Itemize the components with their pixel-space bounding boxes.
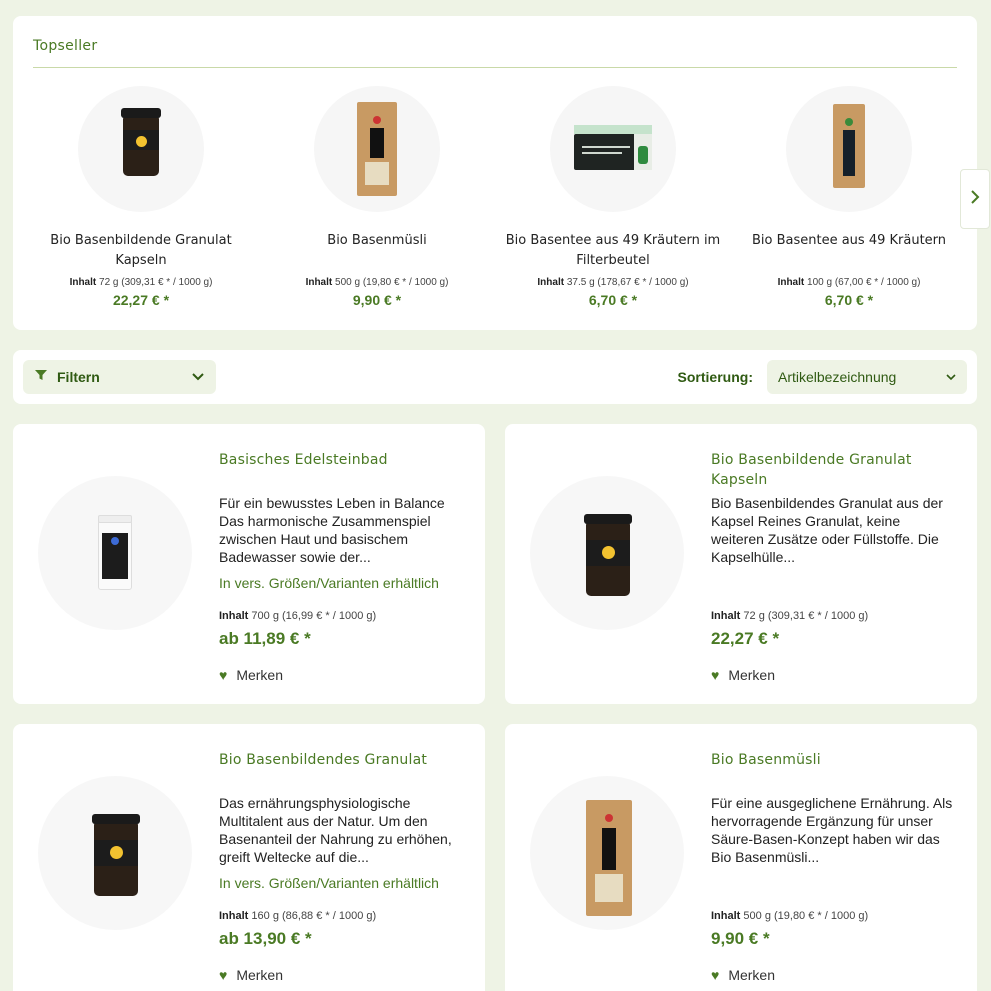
product-image[interactable] [78,86,204,212]
heart-icon: ♥ [219,967,228,983]
product-price: 9,90 € * [711,929,770,948]
topseller-item[interactable]: Bio Basenbildende Granulat Kapseln Inhal… [23,86,259,308]
product-name[interactable]: Bio Basentee aus 49 Kräutern im Filterbe… [495,231,731,271]
topseller-title: Topseller [33,38,98,54]
product-image[interactable] [550,86,676,212]
product-name[interactable]: Bio Basenbildende Granulat Kapseln [23,231,259,271]
product-image[interactable] [314,86,440,212]
wishlist-label: Merken [236,667,283,683]
wishlist-label: Merken [728,967,775,983]
product-content: Inhalt 500 g (19,80 € * / 1000 g) [711,910,869,922]
product-content: Inhalt 700 g (16,99 € * / 1000 g) [219,610,377,622]
wishlist-button[interactable]: ♥ Merken [711,967,775,983]
sort-value: Artikelbezeichnung [778,369,897,385]
product-description: Für ein bewusstes Leben in Balance Das h… [219,495,445,565]
product-price: 9,90 € * [352,292,402,308]
product-price: 22,27 € * [112,292,170,308]
filter-label: Filtern [57,369,100,385]
wishlist-label: Merken [728,667,775,683]
product-description: Für eine ausgeglichene Ernährung. Als he… [711,795,953,865]
product-image[interactable] [530,776,684,930]
product-content: Inhalt 72 g (309,31 € * / 1000 g) [69,277,213,288]
carousel-next-button[interactable] [960,169,990,229]
product-description: Das ernährungsphysiologische Multitalent… [219,795,452,865]
product-content: Inhalt 160 g (86,88 € * / 1000 g) [219,910,377,922]
chevron-down-icon [946,368,956,386]
product-name[interactable]: Bio Basentee aus 49 Kräutern [731,231,967,271]
product-title[interactable]: Bio Basenbildende Granulat Kapseln [711,450,955,490]
product-price: 6,70 € * [588,292,638,308]
heart-icon: ♥ [711,667,720,683]
product-price: 6,70 € * [824,292,874,308]
product-title[interactable]: Basisches Edelsteinbad [219,450,463,470]
topseller-item[interactable]: Bio Basentee aus 49 Kräutern im Filterbe… [495,86,731,308]
sort-select[interactable]: Artikelbezeichnung [767,360,967,394]
product-image[interactable] [38,476,192,630]
variant-note: In vers. Größen/Varianten erhältlich [219,875,439,891]
product-price: 22,27 € * [711,629,780,648]
product-content: Inhalt 500 g (19,80 € * / 1000 g) [305,277,449,288]
sort-label: Sortierung: [677,369,753,385]
wishlist-button[interactable]: ♥ Merken [219,667,283,683]
product-title[interactable]: Bio Basenbildendes Granulat [219,750,463,770]
divider [33,67,957,68]
topseller-item[interactable]: Bio Basentee aus 49 Kräutern Inhalt 100 … [731,86,967,308]
product-price: ab 11,89 € * [219,629,311,648]
product-content: Inhalt 72 g (309,31 € * / 1000 g) [711,610,869,622]
heart-icon: ♥ [711,967,720,983]
heart-icon: ♥ [219,667,228,683]
product-price: ab 13,90 € * [219,929,312,948]
product-card[interactable]: Basisches Edelsteinbad Für ein bewusstes… [13,424,485,704]
product-description: Bio Basenbildendes Granulat aus der Kaps… [711,495,943,565]
wishlist-button[interactable]: ♥ Merken [711,667,775,683]
filter-icon [35,368,47,386]
chevron-down-icon [192,368,204,386]
product-title[interactable]: Bio Basenmüsli [711,750,955,770]
filter-button[interactable]: Filtern [23,360,216,394]
product-image[interactable] [786,86,912,212]
product-image[interactable] [530,476,684,630]
topseller-section: Topseller Bio Basenbildende Granulat Kap… [13,16,990,330]
product-image[interactable] [38,776,192,930]
product-content: Inhalt 37.5 g (178,67 € * / 1000 g) [537,277,689,288]
variant-note: In vers. Größen/Varianten erhältlich [219,575,439,591]
product-card[interactable]: Bio Basenbildendes Granulat Das ernährun… [13,724,485,991]
product-content: Inhalt 100 g (67,00 € * / 1000 g) [777,277,921,288]
wishlist-button[interactable]: ♥ Merken [219,967,283,983]
chevron-right-icon [970,189,980,209]
topseller-item[interactable]: Bio Basenmüsli Inhalt 500 g (19,80 € * /… [259,86,495,308]
wishlist-label: Merken [236,967,283,983]
filter-bar: Filtern Sortierung: Artikelbezeichnung [13,350,977,404]
product-card[interactable]: Bio Basenmüsli Für eine ausgeglichene Er… [505,724,977,991]
product-name[interactable]: Bio Basenmüsli [259,231,495,271]
product-card[interactable]: Bio Basenbildende Granulat Kapseln Bio B… [505,424,977,704]
